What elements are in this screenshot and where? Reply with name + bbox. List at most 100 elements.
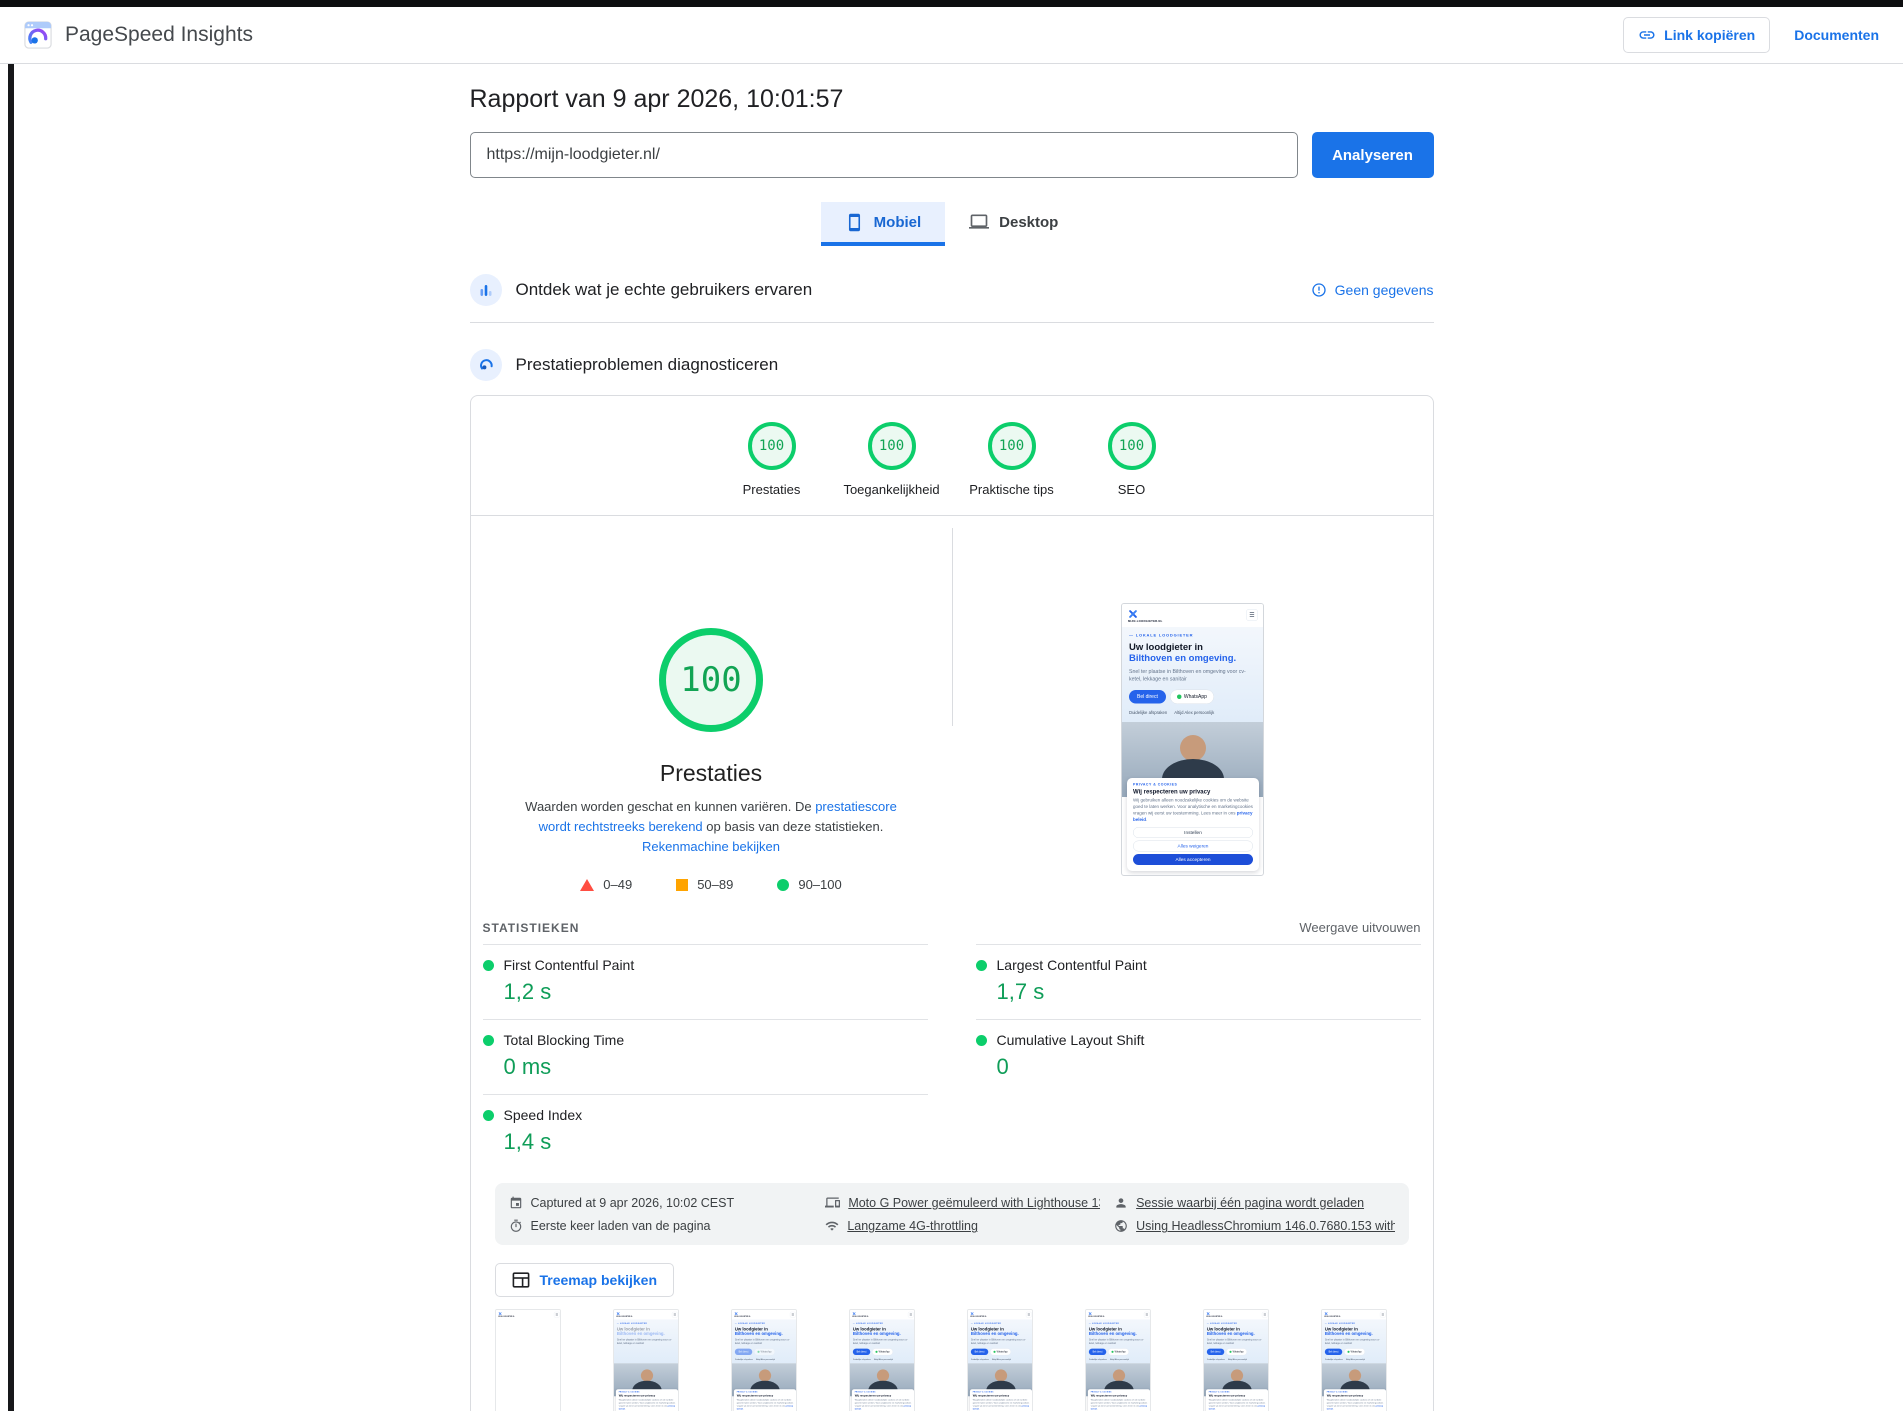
lighthouse-report-card: 100 Prestaties 100 Toegankelijkheid 100 … (470, 395, 1434, 1411)
smartphone-icon (845, 213, 864, 232)
expand-view-link[interactable]: Weergave uitvouwen (1299, 920, 1420, 935)
mock-cookie-settings-button: Instellen (1133, 827, 1253, 838)
category-gauge[interactable]: 100 SEO (1072, 422, 1192, 497)
legend-pass-range: 90–100 (798, 877, 841, 892)
metric-pass-dot-icon (483, 960, 494, 971)
thumb-eyebrow: — LOKALE LOODGIETER (1088, 1323, 1148, 1325)
final-screenshot-preview[interactable]: MIJN-LOODGIETER.NL ☰ — LOKALE LOODGIETER… (1121, 603, 1264, 876)
calculator-link[interactable]: Rekenmachine bekijken (642, 839, 780, 854)
thumb-whatsapp-button: WhatsApp (872, 1349, 893, 1356)
thumb-cta-row: Bel direct WhatsApp (852, 1349, 912, 1356)
metric-name-row: Largest Contentful Paint (976, 957, 1421, 973)
filmstrip-thumbnail[interactable]: MIJN-LOODGIETER.NL ☰ — LOKALE LOODGIETER… (613, 1309, 679, 1411)
speedometer-icon (470, 349, 502, 381)
no-data-label: Geen gegevens (1335, 282, 1434, 298)
thumb-hero: — LOKALE LOODGIETER Uw loodgieter in Bil… (1086, 1320, 1151, 1364)
thumb-heading-2: Bilthoven en omgeving. (1088, 1332, 1148, 1337)
thumb-brand-text: MIJN-LOODGIETER.NL (1324, 1316, 1340, 1317)
env-throttling-link[interactable]: Langzame 4G-throttling (825, 1219, 1100, 1233)
thumb-cookie-body: Wij gebruiken alleen noodzakelijke cooki… (1326, 1399, 1383, 1411)
capture-environment-bar: Captured at 9 apr 2026, 10:02 CEST Moto … (495, 1183, 1409, 1245)
thumb-features: Duidelijke afspraken Altijd Alex persoon… (1324, 1358, 1384, 1360)
score-description-text-2: op basis van deze statistieken. (703, 819, 884, 834)
treemap-button[interactable]: Treemap bekijken (495, 1263, 675, 1297)
thumb-hero: — LOKALE LOODGIETER Uw loodgieter in Bil… (1322, 1320, 1387, 1364)
thumb-features: Duidelijke afspraken Altijd Alex persoon… (1088, 1358, 1148, 1360)
thumb-site-header: MIJN-LOODGIETER.NL ☰ (614, 1310, 679, 1319)
thumb-feature-1: Duidelijke afspraken (1206, 1358, 1224, 1360)
category-gauge[interactable]: 100 Praktische tips (952, 422, 1072, 497)
mock-hero: — LOKALE LOODGIETER Uw loodgieter in Bil… (1122, 627, 1264, 722)
thumb-site-logo: MIJN-LOODGIETER.NL (1324, 1312, 1340, 1317)
env-browser-link[interactable]: Using HeadlessChromium 146.0.7680.153 wi… (1114, 1219, 1394, 1233)
thumb-whatsapp-label: WhatsApp (996, 1351, 1007, 1354)
metric-name: Speed Index (504, 1107, 583, 1123)
gauge-score: 100 (748, 422, 796, 470)
tab-mobile[interactable]: Mobiel (821, 202, 946, 246)
whatsapp-icon (993, 1351, 995, 1353)
thumb-body-text: Snel ter plaatse in Bilthoven en omgevin… (1088, 1339, 1148, 1346)
thumb-feature-1: Duidelijke afspraken (1088, 1358, 1106, 1360)
thumb-body-text: Snel ter plaatse in Bilthoven en omgevin… (616, 1339, 676, 1346)
filmstrip-thumbnail[interactable]: MIJN-LOODGIETER.NL ☰ — LOKALE LOODGIETER… (967, 1309, 1033, 1411)
thumb-hero: — LOKALE LOODGIETER Uw loodgieter in Bil… (614, 1320, 679, 1364)
env-device-link[interactable]: Moto G Power geëmuleerd with Lighthouse … (825, 1195, 1100, 1210)
thumb-cookie-banner: PRIVACY & COOKIES Wij respecteren uw pri… (969, 1390, 1031, 1411)
mock-heading-1: Uw loodgieter in (1129, 642, 1257, 653)
thumb-heading-2: Bilthoven en omgeving. (616, 1332, 676, 1337)
thumb-whatsapp-button: WhatsApp (1344, 1349, 1365, 1356)
whatsapp-icon (1111, 1351, 1113, 1353)
filmstrip-thumbnail[interactable]: MIJN-LOODGIETER.NL ☰ — LOKALE LOODGIETER… (495, 1309, 561, 1411)
category-gauge[interactable]: 100 Toegankelijkheid (832, 422, 952, 497)
env-session-text: Sessie waarbij één pagina wordt geladen (1136, 1196, 1364, 1210)
thumb-hero: — LOKALE LOODGIETER Uw loodgieter in Bil… (968, 1320, 1033, 1364)
env-session-link[interactable]: Sessie waarbij één pagina wordt geladen (1114, 1195, 1394, 1210)
field-data-chart-icon (470, 274, 502, 306)
env-throttling-text: Langzame 4G-throttling (847, 1219, 978, 1233)
filmstrip-thumbnail[interactable]: MIJN-LOODGIETER.NL ☰ — LOKALE LOODGIETER… (1321, 1309, 1387, 1411)
person-icon (1114, 1196, 1128, 1210)
tab-desktop[interactable]: Desktop (945, 202, 1082, 246)
gauge-score: 100 (868, 422, 916, 470)
filmstrip-thumbnail[interactable]: MIJN-LOODGIETER.NL ☰ — LOKALE LOODGIETER… (1203, 1309, 1269, 1411)
legend-fail-range: 0–49 (603, 877, 632, 892)
thumb-call-button: Bel direct (734, 1349, 751, 1355)
thumb-call-button: Bel direct (1088, 1349, 1105, 1355)
copy-link-label: Link kopiëren (1664, 27, 1755, 43)
window-left-edge (8, 64, 14, 1411)
whatsapp-icon (1347, 1351, 1349, 1353)
score-description: Waarden worden geschat en kunnen variëre… (520, 797, 902, 857)
field-data-title: Ontdek wat je echte gebruikers ervaren (516, 280, 813, 300)
app-brand: PageSpeed Insights (24, 21, 253, 49)
vertical-divider (952, 528, 953, 726)
metric-item: Largest Contentful Paint 1,7 s (976, 944, 1421, 1019)
filmstrip-thumbnail[interactable]: MIJN-LOODGIETER.NL ☰ — LOKALE LOODGIETER… (849, 1309, 915, 1411)
env-first-load: Eerste keer laden van de pagina (509, 1219, 812, 1233)
mock-cookie-eyebrow: PRIVACY & COOKIES (1133, 783, 1253, 787)
thumb-cookie-title: Wij respecteren uw privacy (618, 1394, 675, 1397)
thumb-hamburger-icon: ☰ (1025, 1312, 1031, 1318)
category-gauge[interactable]: 100 Prestaties (712, 422, 832, 497)
mock-cookie-banner: PRIVACY & COOKIES Wij respecteren uw pri… (1127, 778, 1259, 871)
pagespeed-insights-page: PageSpeed Insights Link kopiëren Documen… (0, 0, 1903, 1411)
analyze-button[interactable]: Analyseren (1312, 132, 1434, 178)
mock-cta-row: Bel direct WhatsApp (1129, 690, 1257, 705)
documents-link[interactable]: Documenten (1794, 27, 1879, 43)
thumb-cookie-title: Wij respecteren uw privacy (972, 1394, 1029, 1397)
filmstrip-thumbnail[interactable]: MIJN-LOODGIETER.NL ☰ — LOKALE LOODGIETER… (731, 1309, 797, 1411)
tab-mobile-label: Mobiel (874, 214, 922, 231)
thumb-site-header: MIJN-LOODGIETER.NL ☰ (1086, 1310, 1151, 1319)
thumb-cookie-body: Wij gebruiken alleen noodzakelijke cooki… (972, 1399, 1029, 1411)
thumb-feature-2: Altijd Alex persoonlijk (992, 1358, 1011, 1360)
no-data-link[interactable]: Geen gegevens (1311, 282, 1434, 298)
network-icon (825, 1219, 839, 1233)
thumb-feature-1: Duidelijke afspraken (970, 1358, 988, 1360)
legend-item-pass: 90–100 (777, 877, 841, 892)
metric-name-row: Cumulative Layout Shift (976, 1032, 1421, 1048)
info-icon (1311, 282, 1327, 298)
thumb-cookie-text: Wij gebruiken alleen noodzakelijke cooki… (618, 1399, 674, 1408)
copy-link-button[interactable]: Link kopiëren (1623, 17, 1770, 53)
filmstrip-thumbnail[interactable]: MIJN-LOODGIETER.NL ☰ — LOKALE LOODGIETER… (1085, 1309, 1151, 1411)
category-gauges: 100 Prestaties 100 Toegankelijkheid 100 … (471, 396, 1433, 516)
url-input[interactable] (470, 132, 1298, 178)
